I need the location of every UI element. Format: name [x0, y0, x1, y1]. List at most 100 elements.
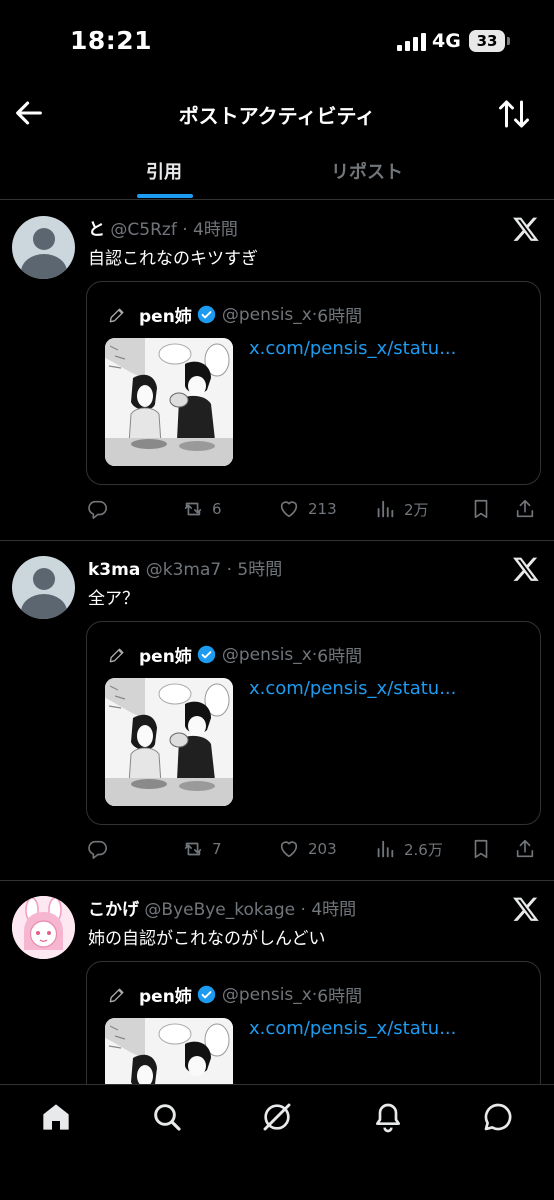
post-actions: 6 213 2万 [86, 493, 542, 525]
post-actions: 7 203 2.6万 [86, 833, 542, 865]
quoted-post-time: 6時間 [317, 987, 363, 1007]
manga-thumbnail-image[interactable] [105, 338, 233, 466]
quoted-post-header: pen姉 @pensis_x · 6時間 [107, 982, 362, 1007]
quoted-user-handle: @pensis_x [221, 644, 312, 665]
meta-separator: · [176, 220, 194, 240]
post-time: 4時間 [193, 220, 238, 240]
post-item[interactable]: と @C5Rzf · 4時間 自認これなのキツすぎ pen姉 @pensis_x… [0, 201, 554, 541]
verified-badge-icon [197, 985, 216, 1004]
post-time: 4時間 [311, 900, 357, 920]
battery-icon: 33 [469, 30, 505, 52]
x-logo-icon [513, 217, 539, 241]
bookmark-icon [474, 499, 488, 519]
quoted-user-handle: @pensis_x [221, 984, 312, 1005]
quoted-user-name: pen姉 [139, 307, 192, 327]
quoted-post-time: 6時間 [317, 307, 363, 327]
views-button[interactable]: 2万 [374, 493, 429, 525]
quoted-post[interactable]: pen姉 @pensis_x · 6時間 x.com/pensis_x/stat… [86, 961, 541, 1084]
signal-icon [397, 33, 427, 51]
page-title: ポストアクティビティ [178, 104, 376, 128]
repost-icon [184, 842, 202, 856]
pen-nib-avatar-icon [109, 988, 124, 1002]
pen-nib-avatar-icon [109, 648, 124, 662]
post-header: と @C5Rzf · 4時間 [88, 215, 238, 240]
avatar[interactable] [12, 896, 75, 959]
quoted-post-header: pen姉 @pensis_x · 6時間 [107, 642, 362, 667]
repost-button[interactable]: 7 [182, 833, 222, 865]
heart-icon [280, 501, 298, 518]
manga-thumbnail-image[interactable] [105, 678, 233, 806]
share-icon [516, 839, 534, 858]
quoted-post-header: pen姉 @pensis_x · 6時間 [107, 302, 362, 327]
post-text: 自認これなのキツすぎ [88, 249, 258, 269]
status-time: 18:21 [70, 26, 153, 55]
quoted-post-link[interactable]: x.com/pensis_x/statu... [249, 338, 456, 359]
active-tab-indicator [137, 194, 193, 198]
quoted-post[interactable]: pen姉 @pensis_x · 6時間 x.com/pensis_x/stat… [86, 621, 541, 825]
reply-button[interactable] [86, 833, 116, 865]
views-count: 2.6万 [404, 840, 443, 859]
tab-quotes[interactable]: 引用 [146, 158, 182, 184]
verified-badge-icon [197, 645, 216, 664]
post-time: 5時間 [237, 560, 283, 580]
bottom-navigation [0, 1084, 554, 1200]
grok-icon[interactable] [261, 1101, 293, 1133]
user-name[interactable]: こかげ [88, 900, 139, 920]
repost-count: 7 [212, 840, 222, 858]
heart-icon [280, 841, 298, 858]
battery-tip [507, 37, 510, 45]
avatar[interactable] [12, 556, 75, 619]
avatar[interactable] [12, 216, 75, 279]
like-count: 213 [308, 500, 337, 518]
bookmark-button[interactable] [470, 493, 500, 525]
manga-thumbnail-image[interactable] [105, 1018, 233, 1084]
like-button[interactable]: 203 [278, 833, 337, 865]
post-header: こかげ @ByeBye_kokage · 4時間 [88, 895, 356, 920]
messages-icon[interactable] [482, 1101, 514, 1133]
quoted-post[interactable]: pen姉 @pensis_x · 6時間 x.com/pensis_x/stat… [86, 281, 541, 485]
activity-tabs: 引用 リポスト [0, 146, 554, 200]
quoted-user-handle: @pensis_x [221, 304, 312, 325]
bookmark-button[interactable] [470, 833, 500, 865]
sort-arrows-icon[interactable] [496, 96, 532, 132]
views-button[interactable]: 2.6万 [374, 833, 443, 865]
top-bar: ポストアクティビティ [0, 88, 554, 144]
share-button[interactable] [514, 493, 544, 525]
pen-nib-avatar-icon [109, 308, 124, 322]
quoted-user-name: pen姉 [139, 647, 192, 667]
post-header: k3ma @k3ma7 · 5時間 [88, 555, 282, 580]
views-chart-icon [377, 840, 394, 858]
network-type: 4G [432, 30, 461, 52]
like-button[interactable]: 213 [278, 493, 337, 525]
search-icon[interactable] [151, 1101, 183, 1133]
user-name[interactable]: と [88, 220, 105, 240]
reply-icon [88, 840, 107, 859]
reply-button[interactable] [86, 493, 116, 525]
x-logo-icon [513, 897, 539, 921]
quoted-user-name: pen姉 [139, 987, 192, 1007]
repost-icon [184, 502, 202, 516]
post-item[interactable]: k3ma @k3ma7 · 5時間 全ア？ pen姉 @pensis_x · 6… [0, 541, 554, 881]
quoted-post-time: 6時間 [317, 647, 363, 667]
user-handle: @C5Rzf [110, 220, 177, 240]
views-chart-icon [377, 500, 394, 518]
user-handle: @ByeBye_kokage [144, 900, 296, 920]
views-count: 2万 [404, 500, 429, 519]
post-item[interactable]: こかげ @ByeBye_kokage · 4時間 姉の自認がこれなのがしんどい … [0, 881, 554, 1084]
verified-badge-icon [197, 305, 216, 324]
share-button[interactable] [514, 833, 544, 865]
home-icon[interactable] [40, 1101, 72, 1133]
meta-separator: · [295, 900, 312, 920]
like-count: 203 [308, 840, 337, 858]
reply-icon [88, 500, 107, 519]
user-name[interactable]: k3ma [88, 560, 140, 580]
tab-reposts[interactable]: リポスト [331, 158, 403, 184]
quoted-post-link[interactable]: x.com/pensis_x/statu... [249, 1018, 456, 1039]
meta-separator: · [221, 560, 238, 580]
bookmark-icon [474, 839, 488, 859]
quoted-post-link[interactable]: x.com/pensis_x/statu... [249, 678, 456, 699]
repost-button[interactable]: 6 [182, 493, 222, 525]
notifications-icon[interactable] [372, 1101, 404, 1133]
post-text: 全ア？ [88, 589, 139, 609]
status-bar: 18:21 4G 33 [0, 0, 554, 88]
